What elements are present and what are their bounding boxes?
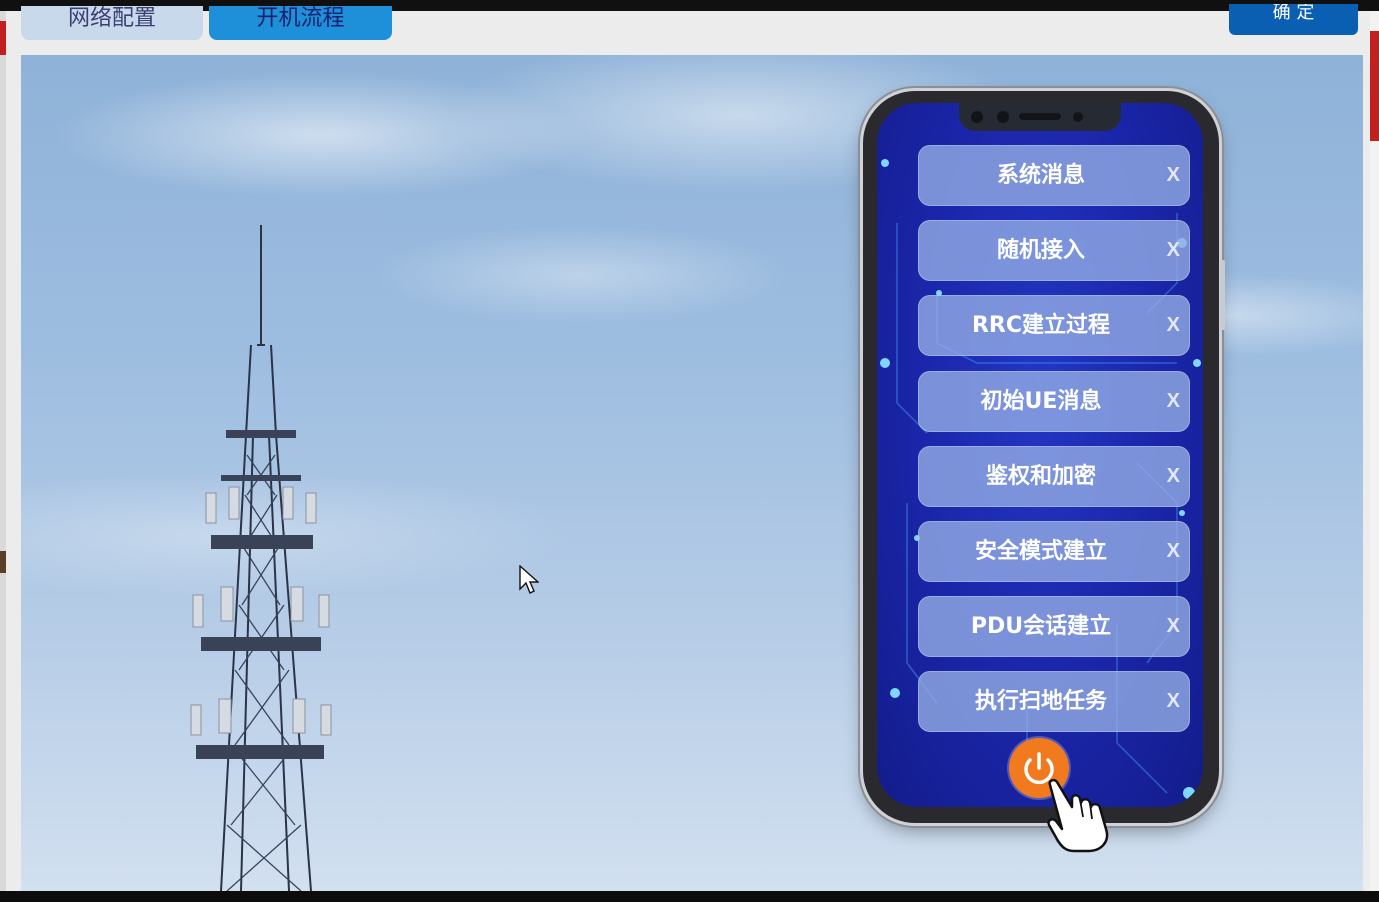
msg-button-pdu-session[interactable]: PDU会话建立 X bbox=[918, 596, 1190, 657]
msg-button-auth-encryption[interactable]: 鉴权和加密 X bbox=[918, 446, 1190, 507]
msg-label: 初始UE消息 bbox=[980, 389, 1102, 414]
tab-boot-flow-label: 开机流程 bbox=[256, 6, 345, 31]
left-edge-strip bbox=[0, 11, 6, 891]
cell-tower-illustration bbox=[190, 225, 332, 891]
msg-label: 鉴权和加密 bbox=[985, 464, 1096, 489]
msg-label: PDU会话建立 bbox=[970, 614, 1112, 639]
right-edge-strip bbox=[1370, 11, 1379, 891]
top-black-band bbox=[0, 0, 1379, 11]
sky-background-stage: 系统消息 X 随机接入 X RRC建立过程 X 初始UE消息 X 鉴权和加密 X… bbox=[21, 55, 1363, 891]
confirm-button[interactable]: 确 定 bbox=[1229, 4, 1358, 35]
close-icon[interactable]: X bbox=[1167, 596, 1180, 657]
msg-label: RRC建立过程 bbox=[971, 313, 1111, 338]
msg-button-system-info[interactable]: 系统消息 X bbox=[918, 145, 1190, 206]
close-icon[interactable]: X bbox=[1167, 446, 1180, 507]
phone-screen: 系统消息 X 随机接入 X RRC建立过程 X 初始UE消息 X 鉴权和加密 X… bbox=[877, 103, 1203, 807]
close-icon[interactable]: X bbox=[1167, 371, 1180, 432]
msg-button-sweep-task[interactable]: 执行扫地任务 X bbox=[918, 671, 1190, 732]
close-icon[interactable]: X bbox=[1167, 220, 1180, 281]
close-icon[interactable]: X bbox=[1167, 295, 1180, 356]
close-icon[interactable]: X bbox=[1167, 671, 1180, 732]
tab-boot-flow[interactable]: 开机流程 bbox=[209, 6, 392, 40]
hand-pointer-icon bbox=[1047, 778, 1109, 853]
msg-label: 系统消息 bbox=[996, 163, 1085, 188]
msg-button-rrc-setup[interactable]: RRC建立过程 X bbox=[918, 295, 1190, 356]
msg-button-security-mode[interactable]: 安全模式建立 X bbox=[918, 521, 1190, 582]
close-icon[interactable]: X bbox=[1167, 145, 1180, 206]
msg-button-random-access[interactable]: 随机接入 X bbox=[918, 220, 1190, 281]
tab-network-config[interactable]: 网络配置 bbox=[21, 6, 203, 40]
tab-network-config-label: 网络配置 bbox=[67, 6, 156, 31]
confirm-button-label: 确 定 bbox=[1272, 4, 1315, 23]
bottom-black-band bbox=[0, 891, 1379, 902]
mouse-cursor-icon bbox=[519, 565, 539, 594]
msg-label: 执行扫地任务 bbox=[974, 689, 1107, 714]
msg-button-initial-ue[interactable]: 初始UE消息 X bbox=[918, 371, 1190, 432]
msg-label: 随机接入 bbox=[996, 238, 1085, 263]
msg-label: 安全模式建立 bbox=[974, 539, 1107, 564]
close-icon[interactable]: X bbox=[1167, 521, 1180, 582]
phone-side-button bbox=[1220, 260, 1225, 330]
phone-notch bbox=[959, 103, 1121, 131]
phone-frame: 系统消息 X 随机接入 X RRC建立过程 X 初始UE消息 X 鉴权和加密 X… bbox=[863, 91, 1219, 823]
